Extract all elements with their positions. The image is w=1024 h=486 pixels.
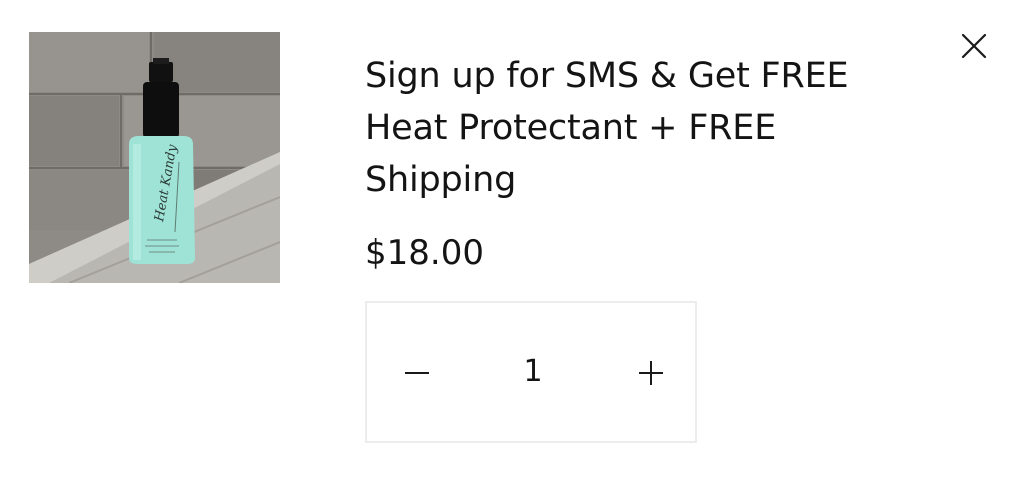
product-popup: Heat Kandy Sign up for SMS & Get FREE He… <box>0 0 1024 486</box>
close-button[interactable] <box>956 28 992 64</box>
decrease-quantity-button[interactable] <box>397 353 437 393</box>
product-photo: Heat Kandy <box>29 32 280 283</box>
plus-icon <box>639 361 663 385</box>
product-image: Heat Kandy <box>29 32 280 283</box>
quantity-stepper <box>365 301 697 443</box>
product-price: $18.00 <box>365 233 484 273</box>
quantity-input[interactable] <box>483 349 583 395</box>
minus-icon <box>405 372 429 374</box>
close-icon <box>961 33 987 59</box>
product-title: Sign up for SMS & Get FREE Heat Protecta… <box>365 56 849 200</box>
increase-quantity-button[interactable] <box>631 353 671 393</box>
